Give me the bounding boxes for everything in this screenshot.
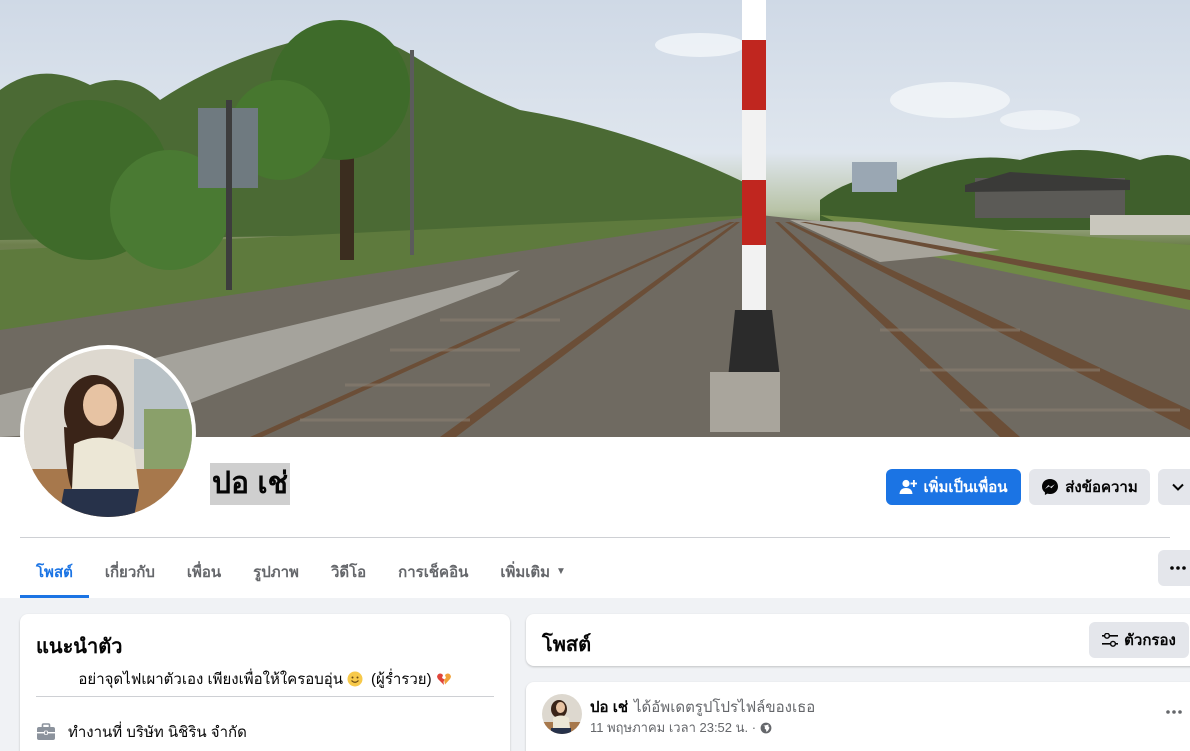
tab-checkins-label: การเช็คอิน	[398, 563, 469, 581]
filter-label: ตัวกรอง	[1124, 632, 1176, 649]
cover-photo[interactable]	[0, 0, 1190, 437]
tab-overflow-button[interactable]	[1158, 550, 1190, 586]
post-timestamp[interactable]: 11 พฤษภาคม เวลา 23:52 น. ·	[590, 717, 756, 738]
intro-work-text: ทำงานที่ บริษัท นิชิริน จำกัด	[68, 724, 247, 741]
message-button[interactable]: ส่งข้อความ	[1029, 469, 1150, 505]
tab-videos[interactable]: วิดีโอ	[315, 545, 382, 598]
tab-more[interactable]: เพิ่มเติม ▼	[484, 545, 582, 598]
post-action-text: ได้อัพเดตรูปโปรไฟล์ของเธอ	[634, 699, 816, 716]
messenger-icon	[1042, 479, 1059, 495]
post-card: ปอ เช่ ได้อัพเดตรูปโปรไฟล์ของเธอ 11 พฤษภ…	[526, 682, 1190, 751]
intro-bio: อย่าจุดไฟเผาตัวเอง เพียงเพื่อให้ใครอบอุ่…	[20, 667, 510, 691]
ellipsis-icon	[1170, 566, 1186, 570]
intro-card: แนะนำตัว อย่าจุดไฟเผาตัวเอง เพียงเพื่อให…	[20, 614, 510, 751]
tab-friends[interactable]: เพื่อน	[171, 545, 237, 598]
broken-heart-emoji-icon	[436, 673, 451, 685]
post-author-name[interactable]: ปอ เช่	[590, 695, 628, 719]
ellipsis-icon	[1166, 710, 1182, 714]
profile-name: ปอ เช่	[210, 463, 291, 505]
post-time-line: 11 พฤษภาคม เวลา 23:52 น. ·	[590, 717, 772, 738]
tab-posts[interactable]: โพสต์	[20, 545, 89, 598]
tab-photos[interactable]: รูปภาพ	[237, 545, 315, 598]
more-options-button[interactable]	[1158, 469, 1190, 505]
intro-bio-suffix: (ผู้ร่ำรวย)	[371, 671, 432, 688]
tab-friends-label: เพื่อน	[186, 563, 222, 581]
posts-title: โพสต์	[542, 634, 592, 656]
post-avatar-image	[542, 694, 582, 734]
caret-down-icon: ▼	[556, 566, 566, 577]
add-friend-button[interactable]: เพิ่มเป็นเพื่อน	[886, 469, 1021, 505]
tab-photos-label: รูปภาพ	[253, 563, 299, 581]
filter-button[interactable]: ตัวกรอง	[1089, 622, 1189, 658]
briefcase-icon	[37, 723, 55, 740]
tab-about-label: เกี่ยวกับ	[104, 563, 155, 581]
intro-work-row: ทำงานที่ บริษัท นิชิริน จำกัด	[36, 720, 247, 744]
profile-avatar[interactable]	[20, 345, 196, 521]
person-plus-icon	[899, 479, 918, 494]
intro-title: แนะนำตัว	[36, 636, 123, 658]
post-meta-line: ปอ เช่ ได้อัพเดตรูปโปรไฟล์ของเธอ	[590, 695, 815, 719]
message-label: ส่งข้อความ	[1065, 479, 1138, 496]
intro-bio-text: อย่าจุดไฟเผาตัวเอง เพียงเพื่อให้ใครอบอุ่…	[78, 671, 344, 688]
add-friend-label: เพิ่มเป็นเพื่อน	[923, 479, 1008, 496]
tab-checkins[interactable]: การเช็คอิน	[382, 545, 484, 598]
sliders-icon	[1102, 633, 1119, 647]
post-options-button[interactable]	[1156, 700, 1190, 724]
post-author-avatar[interactable]	[542, 694, 582, 734]
profile-tabs: โพสต์ เกี่ยวกับ เพื่อน รูปภาพ วิดีโอ การ…	[20, 545, 582, 598]
tab-posts-label: โพสต์	[36, 563, 73, 581]
tab-videos-label: วิดีโอ	[330, 563, 367, 581]
tab-more-label: เพิ่มเติม	[500, 563, 551, 581]
chevron-down-icon	[1172, 483, 1184, 491]
smile-emoji-icon	[347, 671, 363, 687]
tab-about[interactable]: เกี่ยวกับ	[89, 545, 171, 598]
cover-photo-scene	[0, 0, 1190, 437]
globe-icon	[760, 722, 772, 733]
intro-divider	[36, 696, 494, 697]
avatar-scene	[24, 349, 192, 517]
avatar-photo	[24, 349, 192, 517]
posts-header-card: โพสต์ ตัวกรอง	[526, 614, 1190, 666]
header-divider	[20, 537, 1170, 538]
